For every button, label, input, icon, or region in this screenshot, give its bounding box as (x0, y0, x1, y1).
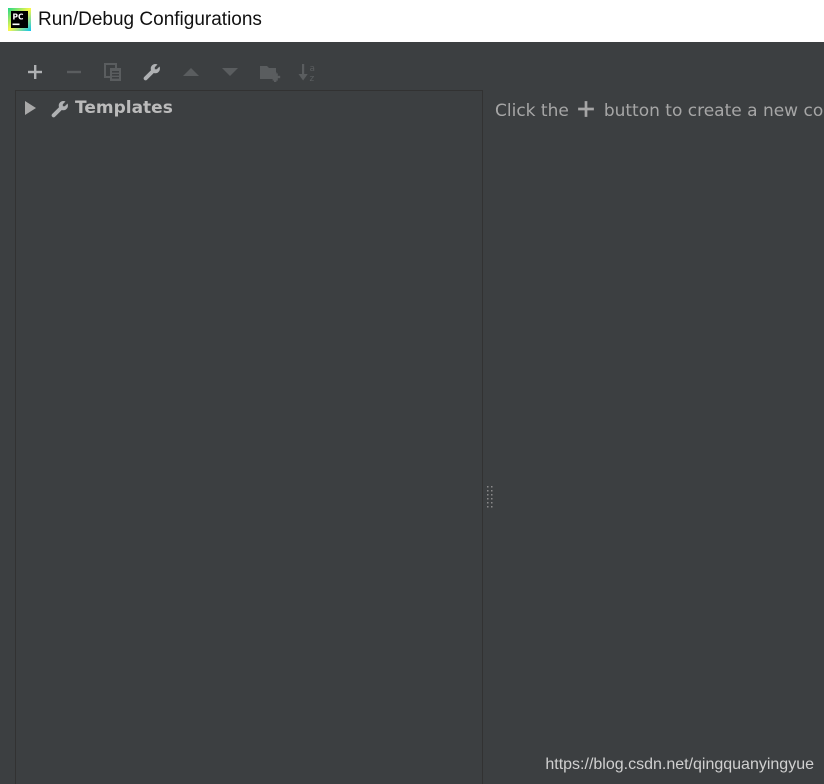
remove-button[interactable] (60, 58, 88, 86)
pycharm-icon: PC (8, 8, 31, 31)
svg-text:a: a (310, 64, 316, 74)
edit-templates-button[interactable] (138, 58, 166, 86)
watermark-url: https://blog.csdn.net/qingquanyingyue (545, 756, 814, 773)
remove-icon (67, 70, 81, 74)
copy-icon (104, 63, 121, 81)
move-up-button[interactable] (177, 58, 205, 86)
tree-item-templates[interactable]: Templates (16, 95, 482, 121)
hint-text-after: button to create a new co (603, 101, 824, 121)
svg-text:z: z (310, 74, 315, 83)
move-down-icon (222, 68, 238, 76)
configurations-tree[interactable]: Templates (15, 90, 483, 784)
expand-arrow-icon[interactable] (23, 101, 37, 115)
wrench-icon (51, 101, 68, 118)
tree-item-label: Templates (75, 98, 173, 118)
add-button[interactable] (21, 58, 49, 86)
new-folder-button[interactable] (256, 58, 284, 86)
move-down-button[interactable] (216, 58, 244, 86)
sort-alphabetically-icon: a z (298, 64, 316, 83)
sort-button[interactable]: a z (295, 58, 323, 86)
empty-hint: Click the button to create a new co (495, 100, 823, 122)
add-icon (28, 65, 42, 79)
configuration-details-panel: Click the button to create a new co (484, 90, 824, 784)
add-icon (577, 101, 594, 117)
copy-button[interactable] (99, 58, 127, 86)
new-folder-icon (260, 66, 281, 82)
move-up-icon (183, 68, 199, 76)
wrench-icon (143, 64, 160, 81)
title-bar: PC Run/Debug Configurations (0, 0, 824, 42)
svg-text:PC: PC (13, 13, 24, 22)
hint-text-before: Click the (495, 101, 569, 121)
dialog-body: a z Templates Click the button to create… (0, 42, 824, 784)
window-title: Run/Debug Configurations (38, 9, 262, 30)
